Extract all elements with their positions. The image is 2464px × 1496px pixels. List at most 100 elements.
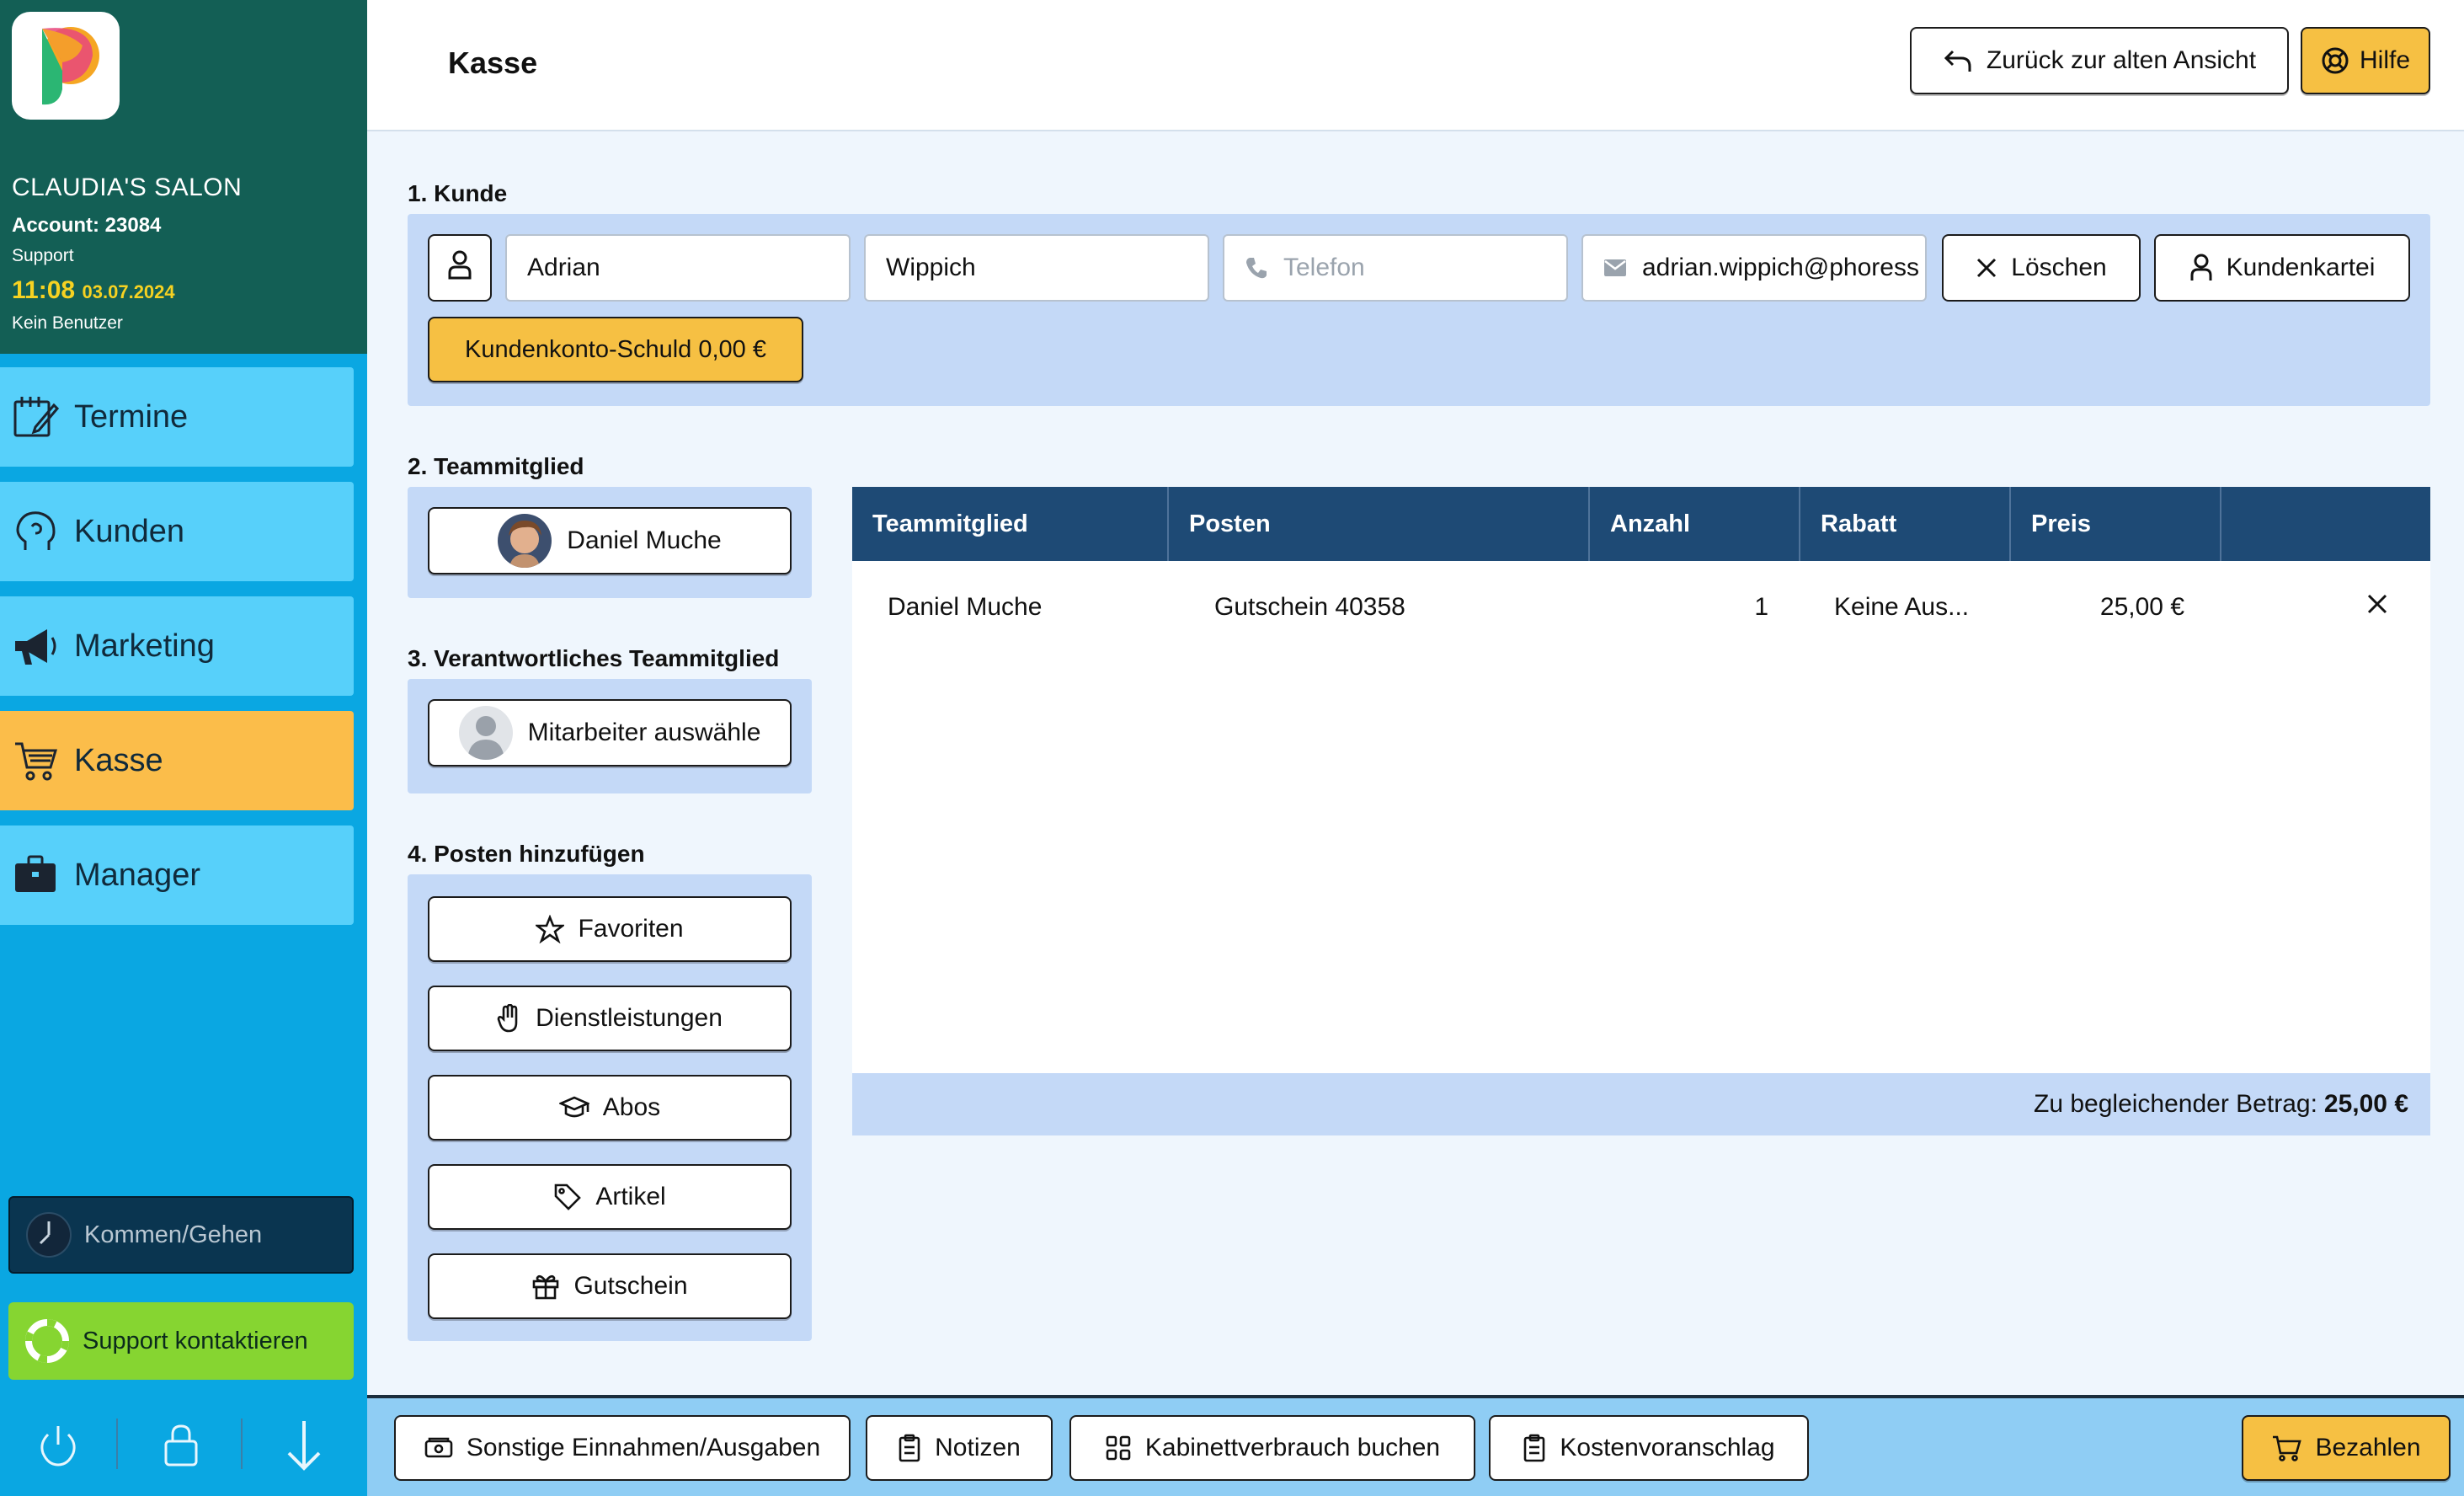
mail-icon xyxy=(1603,259,1627,277)
notes-label: Notizen xyxy=(935,1434,1021,1461)
last-name-value: Wippich xyxy=(886,254,976,281)
pay-label: Bezahlen xyxy=(2315,1434,2421,1461)
help-button[interactable]: Hilfe xyxy=(2301,27,2430,94)
nav-kunden[interactable]: Kunden xyxy=(0,482,354,581)
email-value: adrian.wippich@phoress xyxy=(1642,254,1919,281)
close-icon xyxy=(2366,593,2388,622)
phone-placeholder: Telefon xyxy=(1283,254,1365,281)
select-employee-button[interactable]: Mitarbeiter auswähle xyxy=(428,699,792,767)
nav-label: Kunden xyxy=(74,513,185,549)
delete-customer-button[interactable]: Löschen xyxy=(1942,234,2141,302)
table-row[interactable]: Daniel Muche Gutschein 40358 1 Keine Aus… xyxy=(852,561,2430,654)
customer-file-button[interactable]: Kundenkartei xyxy=(2154,234,2410,302)
customer-head-icon xyxy=(10,506,61,557)
calendar-edit-icon xyxy=(10,392,61,442)
column-header-actions xyxy=(2221,487,2430,561)
phone-icon xyxy=(1245,256,1268,280)
phone-input[interactable]: Telefon xyxy=(1223,234,1568,302)
team-member-button[interactable]: Daniel Muche xyxy=(428,507,792,574)
nav-label: Termine xyxy=(74,398,189,435)
help-label: Hilfe xyxy=(2359,46,2410,74)
section-team-title: 2. Teammitglied xyxy=(408,453,584,479)
row-price[interactable]: 25,00 € xyxy=(2011,561,2184,654)
cabinet-usage-label: Kabinettverbrauch buchen xyxy=(1144,1434,1441,1461)
pay-button[interactable]: Bezahlen xyxy=(2242,1415,2451,1481)
nav-marketing[interactable]: Marketing xyxy=(0,596,354,696)
divider xyxy=(116,1419,118,1469)
section-customer-title: 1. Kunde xyxy=(408,180,508,206)
support-button[interactable]: Support kontaktieren xyxy=(8,1302,354,1380)
cost-estimate-label: Kostenvoranschlag xyxy=(1560,1434,1775,1461)
clipboard-list-icon xyxy=(1523,1434,1546,1462)
delete-label: Löschen xyxy=(2011,254,2107,281)
cost-estimate-button[interactable]: Kostenvoranschlag xyxy=(1489,1415,1809,1481)
cart-table: Teammitglied Posten Anzahl Rabatt Preis … xyxy=(852,487,2430,1135)
team-member-name: Daniel Muche xyxy=(567,526,722,554)
favorites-label: Favoriten xyxy=(578,915,684,943)
email-input[interactable]: adrian.wippich@phoress xyxy=(1581,234,1927,302)
column-header-anzahl: Anzahl xyxy=(1590,487,1800,561)
voucher-label: Gutschein xyxy=(573,1272,688,1300)
avatar-placeholder xyxy=(458,706,513,760)
total-label: Zu begleichender Betrag: xyxy=(2034,1090,2317,1118)
arrow-down-icon[interactable] xyxy=(275,1415,333,1474)
column-header-posten: Posten xyxy=(1169,487,1590,561)
customer-debt-button[interactable]: Kundenkonto-Schuld 0,00 € xyxy=(428,317,803,382)
remove-row-button[interactable] xyxy=(2366,561,2388,654)
customer-debt-label: Kundenkonto-Schuld 0,00 € xyxy=(465,335,766,363)
undo-arrow-icon xyxy=(1943,48,1973,73)
customer-search-button[interactable] xyxy=(428,234,492,302)
articles-label: Artikel xyxy=(595,1183,666,1210)
current-user: Kein Benutzer xyxy=(12,313,123,333)
services-button[interactable]: Dienstleistungen xyxy=(428,986,792,1051)
account-number: Account: 23084 xyxy=(12,214,162,237)
avatar xyxy=(498,514,552,568)
person-icon xyxy=(2189,254,2213,282)
lifebuoy-icon xyxy=(24,1317,71,1365)
row-item: Gutschein 40358 xyxy=(1214,593,1405,621)
close-icon xyxy=(1976,257,1997,279)
last-name-input[interactable]: Wippich xyxy=(864,234,1209,302)
row-member: Daniel Muche xyxy=(888,593,1043,621)
clock-date: 03.07.2024 xyxy=(82,281,175,302)
select-employee-label: Mitarbeiter auswähle xyxy=(527,719,761,746)
bottom-toolbar: Sonstige Einnahmen/Ausgaben Notizen Kabi… xyxy=(367,1395,2464,1496)
lock-icon[interactable] xyxy=(152,1415,211,1474)
row-discount[interactable]: Keine Aus... xyxy=(1834,561,1969,654)
clock-icon xyxy=(25,1211,72,1258)
nav-label: Manager xyxy=(74,857,200,893)
star-icon xyxy=(536,915,565,943)
support-label: Support kontaktieren xyxy=(83,1327,308,1354)
articles-button[interactable]: Artikel xyxy=(428,1164,792,1230)
kommen-gehen-button[interactable]: Kommen/Gehen xyxy=(8,1196,354,1274)
sidebar: CLAUDIA'S SALON Account: 23084 Support 1… xyxy=(0,0,367,1496)
clock: 11:08 03.07.2024 xyxy=(12,276,175,305)
first-name-input[interactable]: Adrian xyxy=(505,234,851,302)
nav-kasse[interactable]: Kasse xyxy=(0,711,354,810)
cart-icon xyxy=(2271,1435,2302,1461)
lifebuoy-icon xyxy=(2321,46,2349,75)
app-logo xyxy=(12,12,120,120)
power-icon[interactable] xyxy=(29,1415,88,1474)
cabinet-usage-button[interactable]: Kabinettverbrauch buchen xyxy=(1069,1415,1475,1481)
section-items-title: 4. Posten hinzufügen xyxy=(408,841,645,867)
nav-termine[interactable]: Termine xyxy=(0,367,354,467)
nav-manager[interactable]: Manager xyxy=(0,825,354,925)
notes-button[interactable]: Notizen xyxy=(866,1415,1053,1481)
cart-icon xyxy=(10,735,61,786)
voucher-button[interactable]: Gutschein xyxy=(428,1253,792,1319)
briefcase-icon xyxy=(10,850,61,900)
favorites-button[interactable]: Favoriten xyxy=(428,896,792,962)
total-value: 25,00 € xyxy=(2323,1090,2408,1118)
other-income-expenses-label: Sonstige Einnahmen/Ausgaben xyxy=(466,1434,821,1461)
subscriptions-button[interactable]: Abos xyxy=(428,1075,792,1141)
nav-label: Marketing xyxy=(74,628,215,664)
row-quantity[interactable]: 1 xyxy=(1590,561,1768,654)
back-to-old-view-button[interactable]: Zurück zur alten Ansicht xyxy=(1910,27,2289,94)
services-label: Dienstleistungen xyxy=(536,1004,723,1032)
salon-name: CLAUDIA'S SALON xyxy=(12,174,243,201)
brand-panel: CLAUDIA'S SALON Account: 23084 Support 1… xyxy=(0,0,367,354)
megaphone-icon xyxy=(10,621,61,671)
person-icon xyxy=(447,249,472,286)
other-income-expenses-button[interactable]: Sonstige Einnahmen/Ausgaben xyxy=(394,1415,851,1481)
